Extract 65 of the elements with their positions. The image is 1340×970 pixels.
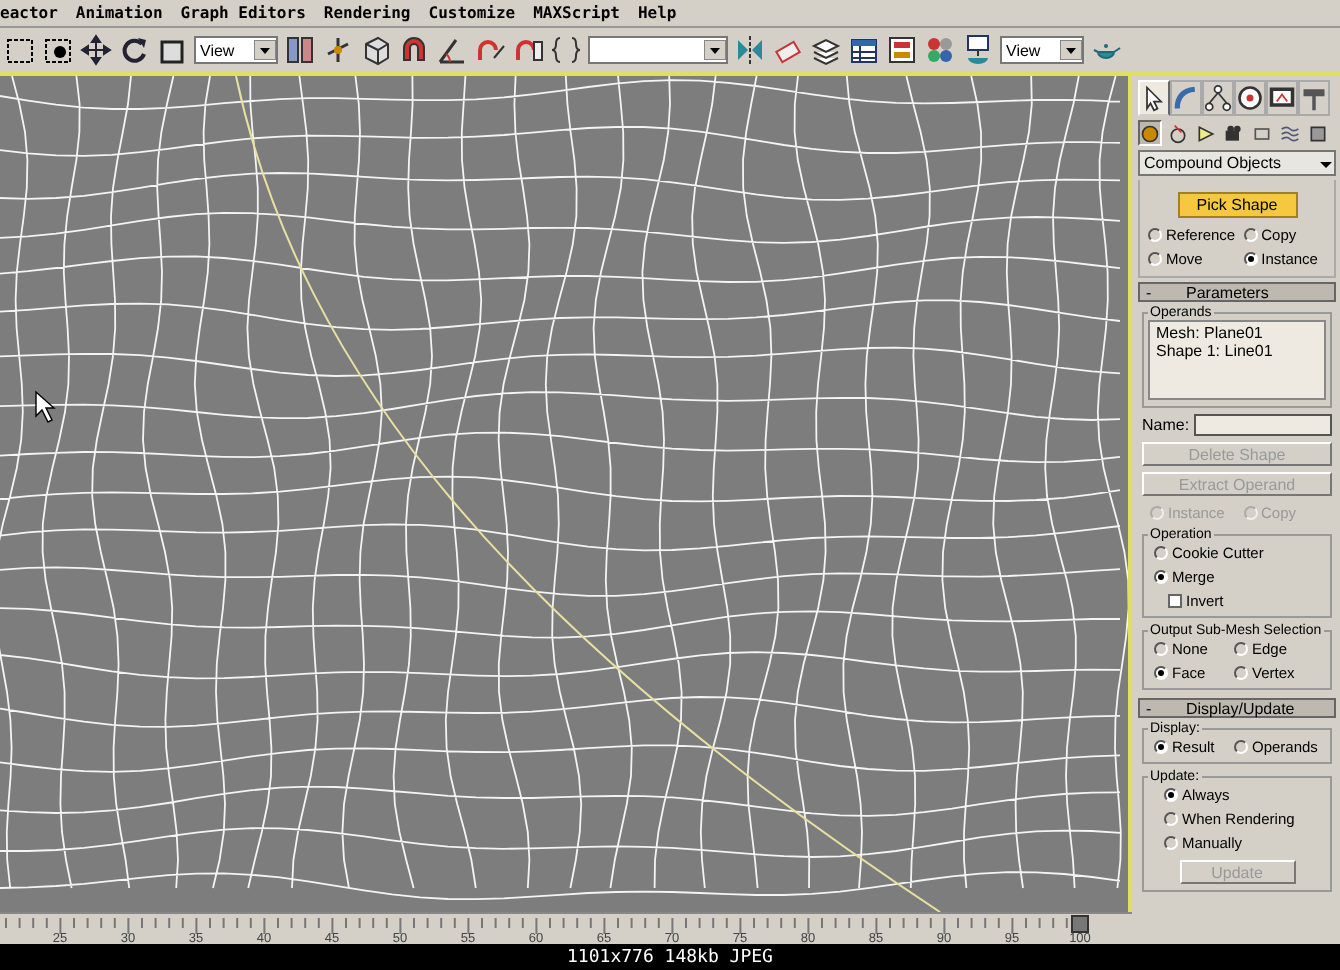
name-field[interactable]	[1193, 414, 1332, 436]
panel-tab[interactable]	[1202, 80, 1234, 116]
cursor-icon	[35, 390, 56, 423]
time-slider-thumb[interactable]	[1071, 915, 1089, 933]
radio-indicator[interactable]	[1148, 227, 1162, 241]
radio-indicator[interactable]	[1148, 251, 1162, 265]
rollout-title: Parameters	[1186, 283, 1269, 301]
menu-item[interactable]: MAXScript	[533, 4, 620, 22]
radio-indicator[interactable]	[1154, 569, 1168, 583]
list-item[interactable]: Shape 1: Line01	[1156, 342, 1318, 360]
mirror-icon[interactable]	[734, 34, 766, 66]
object-type-dropdown[interactable]: Compound Objects	[1138, 150, 1336, 176]
radio-indicator[interactable]	[1234, 641, 1248, 655]
spheres-icon[interactable]	[924, 34, 956, 66]
dropdown-arrow-icon	[254, 40, 276, 60]
rollout-header[interactable]: - Parameters	[1138, 282, 1336, 302]
pick-shape-button[interactable]: Pick Shape	[1177, 192, 1297, 218]
collapse-sign[interactable]: -	[1146, 699, 1186, 717]
category-button[interactable]	[1138, 120, 1162, 146]
cube-icon[interactable]	[360, 34, 392, 66]
checkbox-indicator[interactable]	[1168, 593, 1182, 607]
radio-indicator[interactable]	[1234, 739, 1248, 753]
category-button[interactable]	[1222, 120, 1246, 146]
radio-indicator[interactable]	[1234, 665, 1248, 679]
radio-indicator[interactable]	[1154, 545, 1168, 559]
radio-indicator[interactable]	[1164, 787, 1178, 801]
menu-item[interactable]: Graph Editors	[180, 4, 306, 22]
menu-item[interactable]: Animation	[75, 4, 163, 22]
camera-icon	[1224, 121, 1244, 145]
view-dropdown[interactable]	[588, 36, 728, 64]
image-size-caption: 1101x776 148kb JPEG	[567, 947, 773, 967]
list-item[interactable]: Mesh: Plane01	[1156, 324, 1318, 342]
radio-indicator[interactable]	[1154, 739, 1168, 753]
menu-item[interactable]: Customize	[428, 4, 516, 22]
rollout-title: Display/Update	[1186, 699, 1295, 717]
radio-indicator[interactable]	[1243, 251, 1258, 265]
dropdown-arrow-icon	[704, 40, 726, 60]
rotate-icon[interactable]	[118, 34, 150, 66]
layers-icon[interactable]	[810, 34, 842, 66]
rollout-header[interactable]: - Display/Update	[1138, 698, 1336, 718]
hierarchy-icon	[1204, 82, 1232, 114]
view-dropdown[interactable]: View	[194, 36, 278, 64]
magnet-icon[interactable]	[398, 34, 430, 66]
sphere-icon	[1140, 121, 1160, 145]
radio-indicator[interactable]	[1154, 665, 1168, 679]
select-region-icon[interactable]	[4, 34, 36, 66]
cursor-arrow-icon	[1140, 82, 1168, 114]
view-dropdown[interactable]: View	[1000, 36, 1084, 64]
collapse-sign[interactable]: -	[1146, 283, 1186, 301]
dropdown-arrow-icon	[1060, 40, 1082, 60]
name-label: Name:	[1142, 416, 1190, 434]
panel-tab[interactable]	[1266, 80, 1298, 116]
move-icon[interactable]	[80, 34, 112, 66]
operands-list[interactable]: Mesh: Plane01 Shape 1: Line01	[1148, 320, 1326, 400]
menu-item[interactable]: Rendering	[323, 4, 411, 22]
menu-item[interactable]: Help	[637, 4, 677, 22]
table-icon[interactable]	[848, 34, 880, 66]
radio-indicator[interactable]	[1164, 835, 1178, 849]
radio-indicator[interactable]	[1164, 811, 1178, 825]
menu-item[interactable]: eactor	[0, 4, 58, 22]
radio-indicator[interactable]	[1243, 227, 1258, 241]
select-object-icon[interactable]	[42, 34, 74, 66]
radio-indicator[interactable]	[1154, 641, 1168, 655]
angle-snap-icon[interactable]	[436, 34, 468, 66]
braces-icon[interactable]	[550, 34, 582, 66]
